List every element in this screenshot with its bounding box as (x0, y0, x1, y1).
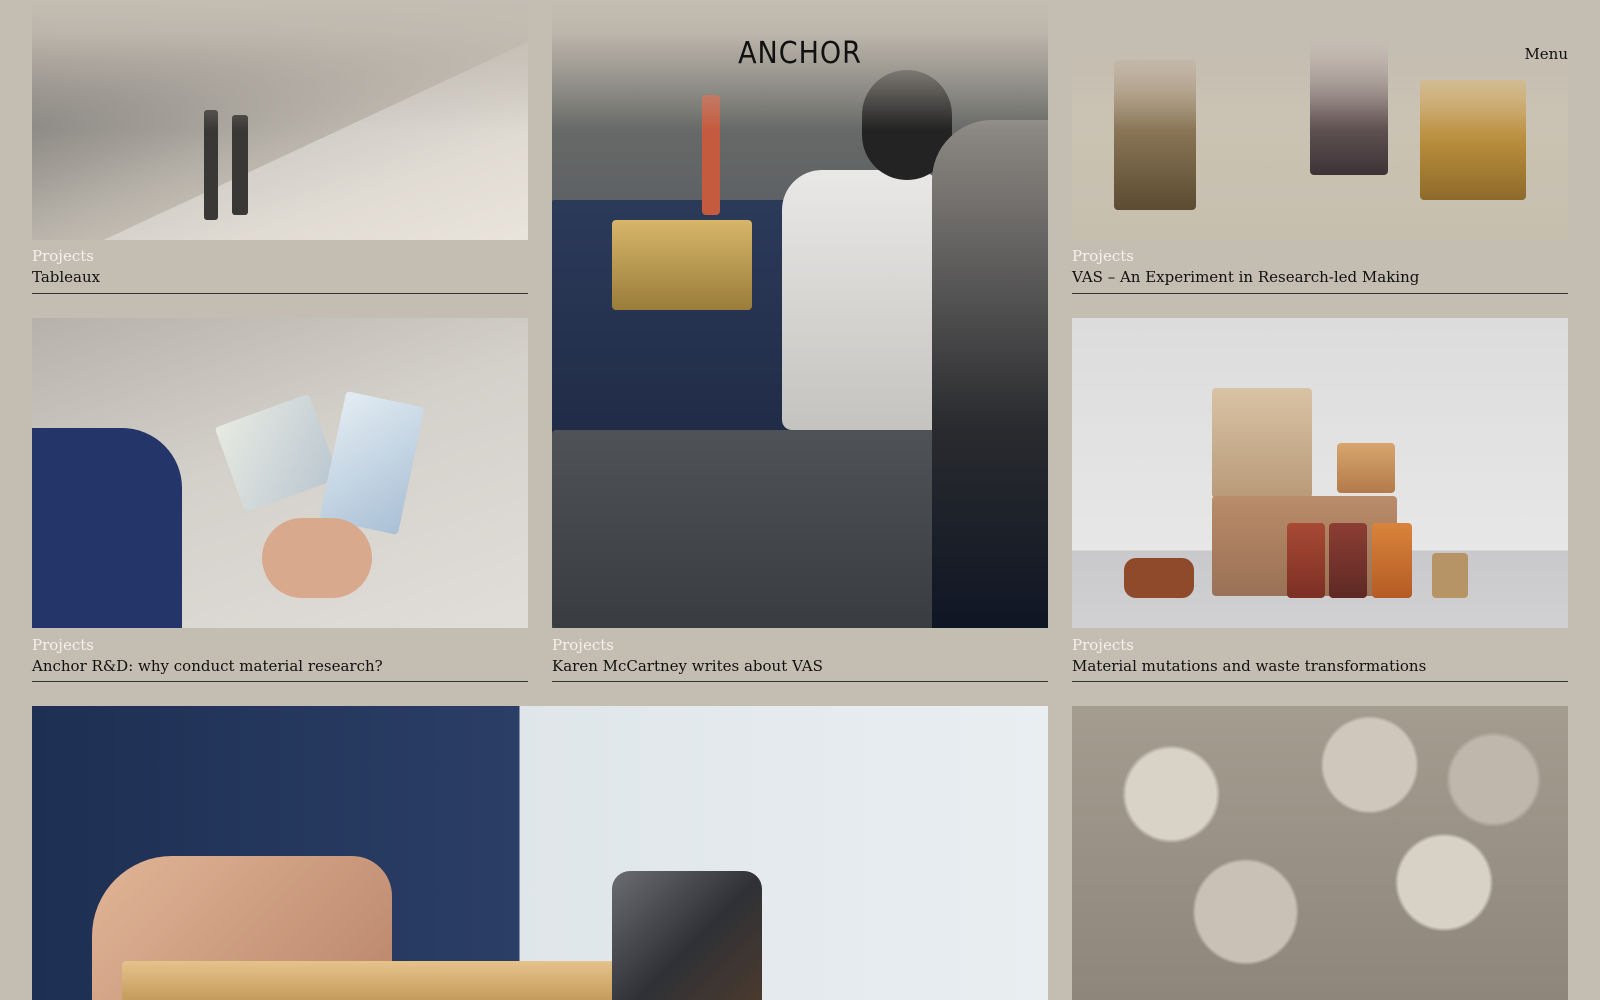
menu-button[interactable]: Menu (1524, 45, 1568, 63)
project-title[interactable]: Karen McCartney writes about VAS (552, 657, 823, 675)
card-divider (1072, 293, 1568, 294)
card-divider (1072, 681, 1568, 682)
project-card-hammer[interactable] (32, 706, 1048, 1000)
project-category[interactable]: Projects (1072, 247, 1134, 265)
site-logo[interactable]: ANCHOR (0, 36, 1600, 71)
project-card-karen[interactable]: Projects Karen McCartney writes about VA… (552, 0, 1048, 682)
card-divider (552, 681, 1048, 682)
project-category[interactable]: Projects (552, 636, 614, 654)
project-image-rd[interactable] (32, 318, 528, 628)
project-title[interactable]: Material mutations and waste transformat… (1072, 657, 1426, 675)
project-category[interactable]: Projects (32, 247, 94, 265)
card-divider (32, 681, 528, 682)
project-title[interactable]: VAS – An Experiment in Research-led Maki… (1072, 268, 1419, 286)
project-card-mutations[interactable]: Projects Material mutations and waste tr… (1072, 318, 1568, 682)
card-divider (32, 293, 528, 294)
project-card-rd[interactable]: Projects Anchor R&D: why conduct materia… (32, 318, 528, 682)
project-image-rubble[interactable] (1072, 706, 1568, 1000)
project-image-mutations[interactable] (1072, 318, 1568, 628)
project-card-rubble[interactable] (1072, 706, 1568, 1000)
project-category[interactable]: Projects (1072, 636, 1134, 654)
project-title[interactable]: Tableaux (32, 268, 100, 286)
project-image-hammer[interactable] (32, 706, 1048, 1000)
project-category[interactable]: Projects (32, 636, 94, 654)
project-title[interactable]: Anchor R&D: why conduct material researc… (32, 657, 383, 675)
project-image-karen[interactable] (552, 0, 1048, 628)
